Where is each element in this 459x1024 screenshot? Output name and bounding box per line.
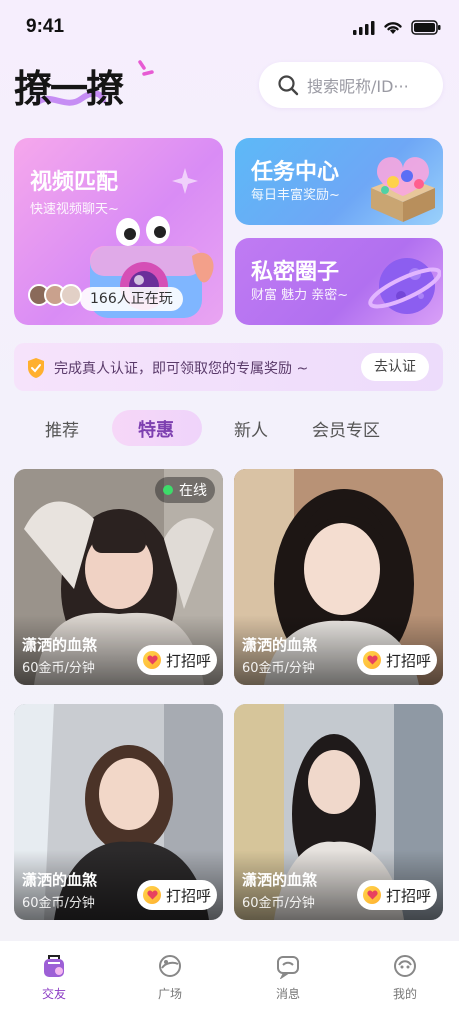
nav-messages[interactable]: 消息 [258,953,318,1002]
profile-price: 60金币/分钟 [22,896,95,911]
video-match-title: 视频匹配 [30,170,119,195]
profile-name: 潇洒的血煞 [22,871,98,889]
search-placeholder: 搜索昵称/ID··· [307,77,409,96]
private-circle-card[interactable]: 私密圈子 财富 魅力 亲密~ [235,238,443,325]
profile-card[interactable]: 在线 潇洒的血煞 60金币/分钟 打招呼 [14,469,223,685]
profile-card[interactable]: 潇洒的血煞 60金币/分钟 打招呼 [234,704,443,920]
plaza-icon [159,955,181,977]
tab-recommend[interactable]: 推荐 [45,416,79,441]
online-dot-icon [163,485,173,495]
task-center-subtitle: 每日丰富奖励~ [251,188,340,203]
profile-icon [394,955,416,977]
shield-check-icon [28,358,44,378]
nav-messages-label: 消息 [275,987,300,1001]
online-avatars [28,284,82,306]
greet-label: 打招呼 [166,651,212,670]
nav-friends[interactable]: 交友 [24,953,84,1002]
profile-price: 60金币/分钟 [242,896,315,911]
avatar [60,284,82,306]
nav-profile-label: 我的 [392,987,417,1001]
search-bar[interactable]: 搜索昵称/ID··· [259,62,443,108]
tab-discount[interactable]: 特惠 [138,416,174,442]
online-count: 166人正在玩 [80,287,183,311]
profile-price: 60金币/分钟 [242,661,315,676]
private-circle-title: 私密圈子 [251,260,340,285]
profile-card[interactable]: 潇洒的血煞 60金币/分钟 打招呼 [14,704,223,920]
battery-icon [411,20,441,35]
signal-icon [353,20,375,35]
heart-icon [143,651,161,669]
task-center-card[interactable]: 任务中心 每日丰富奖励~ [235,138,443,225]
heart-icon [363,651,381,669]
online-badge: 在线 [155,477,215,503]
verification-banner[interactable]: 完成真人认证，即可领取您的专属奖励 ~ 去认证 [14,343,443,391]
profile-name: 潇洒的血煞 [22,636,98,654]
friends-icon [44,955,64,977]
system-icons [353,20,441,35]
nav-profile[interactable]: 我的 [375,953,435,1002]
greet-label: 打招呼 [386,886,432,905]
profile-card[interactable]: 潇洒的血煞 60金币/分钟 打招呼 [234,469,443,685]
online-label: 在线 [179,483,207,499]
header: 撩一撩 搜索昵称/ID··· [0,56,459,120]
heart-icon [143,886,161,904]
profile-price: 60金币/分钟 [22,661,95,676]
status-bar: 9:41 [0,0,459,52]
greet-button[interactable]: 打招呼 [137,645,217,675]
profile-name: 潇洒的血煞 [242,871,318,889]
greet-button[interactable]: 打招呼 [357,880,437,910]
greet-label: 打招呼 [166,886,212,905]
greet-button[interactable]: 打招呼 [357,645,437,675]
bottom-nav: 交友 广场 消息 我的 [0,941,459,1024]
logo-spark-icon [138,60,154,76]
search-icon [278,75,299,96]
greet-label: 打招呼 [386,651,432,670]
tab-newcomer[interactable]: 新人 [234,416,268,441]
tab-vip-zone[interactable]: 会员专区 [312,416,380,441]
verify-button[interactable]: 去认证 [361,353,429,381]
planet-icon [368,258,441,314]
task-center-title: 任务中心 [251,160,340,185]
profile-name: 潇洒的血煞 [242,636,318,654]
verification-text: 完成真人认证，即可领取您的专属奖励 ~ [54,361,309,377]
nav-plaza-label: 广场 [157,987,182,1001]
nav-friends-label: 交友 [41,987,66,1001]
status-time: 9:41 [26,16,65,37]
heart-icon [363,886,381,904]
wifi-icon [384,22,402,34]
greet-button[interactable]: 打招呼 [137,880,217,910]
video-match-subtitle: 快速视频聊天~ [30,202,119,217]
private-circle-subtitle: 财富 魅力 亲密~ [251,288,349,303]
gift-box-icon [371,157,435,222]
video-match-card[interactable]: 视频匹配 快速视频聊天~ 166人正在玩 [14,138,223,325]
category-tabs: 推荐 特惠 新人 会员专区 [0,408,459,454]
app-logo: 撩一撩 [14,67,124,111]
nav-plaza[interactable]: 广场 [140,953,200,1002]
sparkle-icon [172,168,198,194]
message-icon [277,956,299,979]
